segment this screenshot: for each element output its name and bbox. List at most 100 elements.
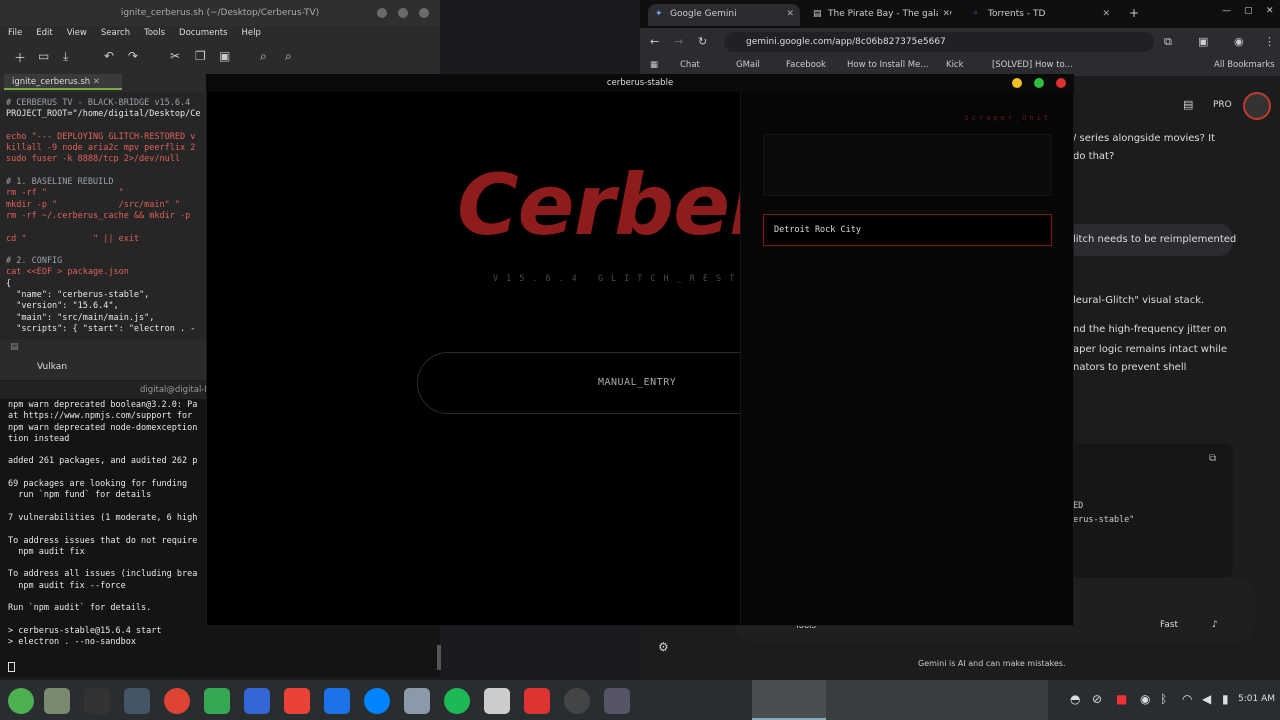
close-icon[interactable]: ✕ bbox=[786, 4, 794, 24]
tab-piratebay[interactable]: ▤ The Pirate Bay - The galaxy ✕ bbox=[806, 4, 956, 26]
menu-edit[interactable]: Edit bbox=[36, 26, 52, 40]
vm-icon[interactable] bbox=[404, 688, 430, 714]
network-icon[interactable]: ◠ bbox=[1182, 692, 1192, 706]
menu-tools[interactable]: Tools bbox=[144, 26, 165, 40]
gmail-icon[interactable] bbox=[284, 688, 310, 714]
bookmark-all[interactable]: All Bookmarks bbox=[1214, 60, 1275, 70]
minimize-icon[interactable] bbox=[377, 8, 387, 18]
terminal-scrollbar[interactable] bbox=[437, 645, 441, 670]
reload-icon[interactable]: ↻ bbox=[698, 35, 707, 48]
temp-chat-icon[interactable]: ▤ bbox=[1183, 98, 1193, 111]
menu-documents[interactable]: Documents bbox=[179, 26, 227, 40]
terminal-line: npm audit fix --force bbox=[8, 580, 126, 591]
code-line: "version": "15.6.4", bbox=[6, 301, 119, 312]
close-icon[interactable]: ✕ bbox=[1102, 4, 1110, 24]
bookmark-chat[interactable]: Chat bbox=[680, 60, 700, 70]
settings-icon[interactable] bbox=[604, 688, 630, 714]
monitor-icon[interactable] bbox=[124, 688, 150, 714]
avatar[interactable] bbox=[1243, 92, 1271, 120]
maximize-icon[interactable] bbox=[398, 8, 408, 18]
menu-help[interactable]: Help bbox=[242, 26, 261, 40]
record-icon[interactable]: ■ bbox=[1116, 692, 1127, 706]
clock[interactable]: 5:01 AM bbox=[1238, 694, 1275, 704]
menu-view[interactable]: View bbox=[67, 26, 87, 40]
replace-icon[interactable]: ⌕ bbox=[285, 49, 292, 64]
extensions-icon[interactable]: ⧉ bbox=[1164, 35, 1172, 49]
address-bar[interactable]: gemini.google.com/app/8c06b827375e5667 bbox=[724, 32, 1154, 52]
copy-icon[interactable]: ❐ bbox=[195, 49, 206, 63]
profile-icon[interactable]: ◉ bbox=[1234, 35, 1244, 48]
search-input[interactable]: Detroit Rock City bbox=[763, 214, 1052, 246]
gear-icon[interactable]: ⚙ bbox=[658, 640, 669, 654]
maximize-icon[interactable]: ▢ bbox=[1244, 6, 1253, 16]
files-icon[interactable] bbox=[44, 688, 70, 714]
messenger-icon[interactable] bbox=[364, 688, 390, 714]
bookmark-facebook[interactable]: Facebook bbox=[786, 60, 826, 70]
git-icon[interactable] bbox=[524, 688, 550, 714]
close-icon[interactable]: ✕ bbox=[938, 4, 950, 24]
close-icon[interactable]: ✕ bbox=[1266, 6, 1274, 16]
bookmark-solved[interactable]: [SOLVED] How to... bbox=[992, 60, 1073, 70]
tab-torrents[interactable]: ◦ Torrents - TD ✕ bbox=[966, 4, 1116, 26]
apps-icon[interactable]: ▦ bbox=[650, 60, 658, 70]
close-tab-icon[interactable]: ✕ bbox=[93, 77, 100, 87]
code-editor[interactable]: # CERBERUS TV - BLACK-BRIDGE v15.6.4 PROJ… bbox=[0, 92, 206, 342]
minimize-icon[interactable] bbox=[1012, 78, 1022, 88]
bluetooth-icon[interactable]: ᛒ bbox=[1160, 692, 1167, 706]
bookmark-install[interactable]: How to Install Me... bbox=[847, 60, 928, 70]
code-line: { bbox=[6, 278, 12, 289]
find-icon[interactable]: ⌕ bbox=[260, 49, 267, 64]
chat-icon[interactable] bbox=[204, 688, 230, 714]
obs-icon[interactable] bbox=[564, 688, 590, 714]
tray-icon[interactable]: ⊘ bbox=[1092, 692, 1102, 706]
copy-icon[interactable]: ⧉ bbox=[1209, 453, 1216, 464]
close-icon[interactable] bbox=[1056, 78, 1066, 88]
tray-icon[interactable]: ◉ bbox=[1140, 692, 1150, 706]
undo-icon[interactable]: ↶ bbox=[104, 49, 114, 63]
manual-entry-button[interactable]: MANUAL_ENTRY bbox=[417, 352, 740, 414]
bookmarks-bar: ▦ Chat GMail Facebook How to Install Me.… bbox=[640, 56, 1280, 76]
bookmark-gmail[interactable]: GMail bbox=[736, 60, 760, 70]
new-tab-icon[interactable]: + bbox=[1129, 6, 1139, 20]
battery-icon[interactable]: ▮ bbox=[1222, 692, 1229, 706]
calendar-icon[interactable] bbox=[244, 688, 270, 714]
save-icon[interactable]: ⤓ bbox=[63, 49, 68, 64]
menu-search[interactable]: Search bbox=[101, 26, 130, 40]
redo-icon[interactable]: ↷ bbox=[128, 49, 138, 63]
terminal-output[interactable]: npm warn deprecated boolean@3.2.0: Pa at … bbox=[8, 400, 208, 670]
model-selector[interactable]: Fast bbox=[1160, 620, 1178, 630]
version-label: V15.6.4 GLITCH_RESTO bbox=[493, 274, 740, 284]
minimize-icon[interactable]: — bbox=[1222, 6, 1231, 16]
running-app[interactable] bbox=[974, 680, 1048, 720]
chrome-icon[interactable] bbox=[164, 688, 190, 714]
bookmark-kick[interactable]: Kick bbox=[946, 60, 964, 70]
menu-icon[interactable] bbox=[8, 688, 34, 714]
outlook-icon[interactable] bbox=[324, 688, 350, 714]
close-icon[interactable] bbox=[419, 8, 429, 18]
tray-icon[interactable]: ◓ bbox=[1070, 692, 1080, 706]
terminal-line: run `npm fund` for details bbox=[8, 490, 152, 501]
mic-icon[interactable]: ♪ bbox=[1212, 620, 1218, 630]
spotify-icon[interactable] bbox=[444, 688, 470, 714]
new-file-icon[interactable]: ＋ bbox=[14, 49, 26, 66]
open-icon[interactable]: ▭ bbox=[38, 49, 49, 63]
file-tab[interactable]: ignite_cerberus.sh ✕ bbox=[4, 74, 122, 90]
menu-file[interactable]: File bbox=[8, 26, 22, 40]
volume-icon[interactable]: ◀ bbox=[1202, 692, 1211, 706]
terminal-icon[interactable] bbox=[84, 688, 110, 714]
tab-gemini[interactable]: ✦ Google Gemini ✕ bbox=[648, 4, 800, 26]
maximize-icon[interactable] bbox=[1034, 78, 1044, 88]
cut-icon[interactable]: ✂ bbox=[170, 49, 180, 63]
menu-icon[interactable]: ⋮ bbox=[1264, 35, 1275, 48]
back-icon[interactable]: ← bbox=[650, 35, 659, 48]
panel-icon[interactable]: ▤ bbox=[10, 342, 19, 352]
paste-icon[interactable]: ▣ bbox=[219, 49, 230, 63]
sidepanel-icon[interactable]: ▣ bbox=[1198, 35, 1208, 48]
forward-icon[interactable]: → bbox=[674, 35, 683, 48]
running-app[interactable] bbox=[900, 680, 974, 720]
running-app[interactable] bbox=[826, 680, 900, 720]
notes-icon[interactable] bbox=[484, 688, 510, 714]
running-app[interactable] bbox=[752, 680, 826, 720]
editor-title: ignite_cerberus.sh (~/Desktop/Cerberus-T… bbox=[0, 0, 440, 26]
